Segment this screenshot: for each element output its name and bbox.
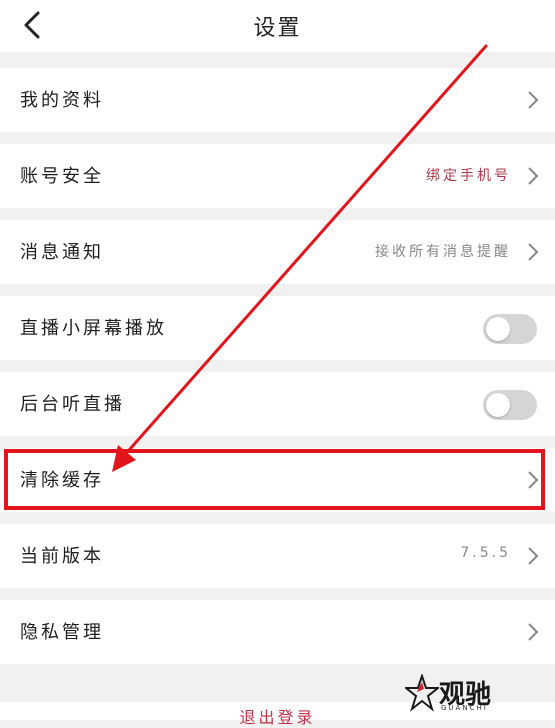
watermark-subtext: GUANCHI <box>441 704 488 712</box>
star-logo-icon <box>405 674 439 712</box>
annotation-arrow <box>112 44 488 472</box>
watermark: 观驰 GUANCHI <box>405 672 515 718</box>
